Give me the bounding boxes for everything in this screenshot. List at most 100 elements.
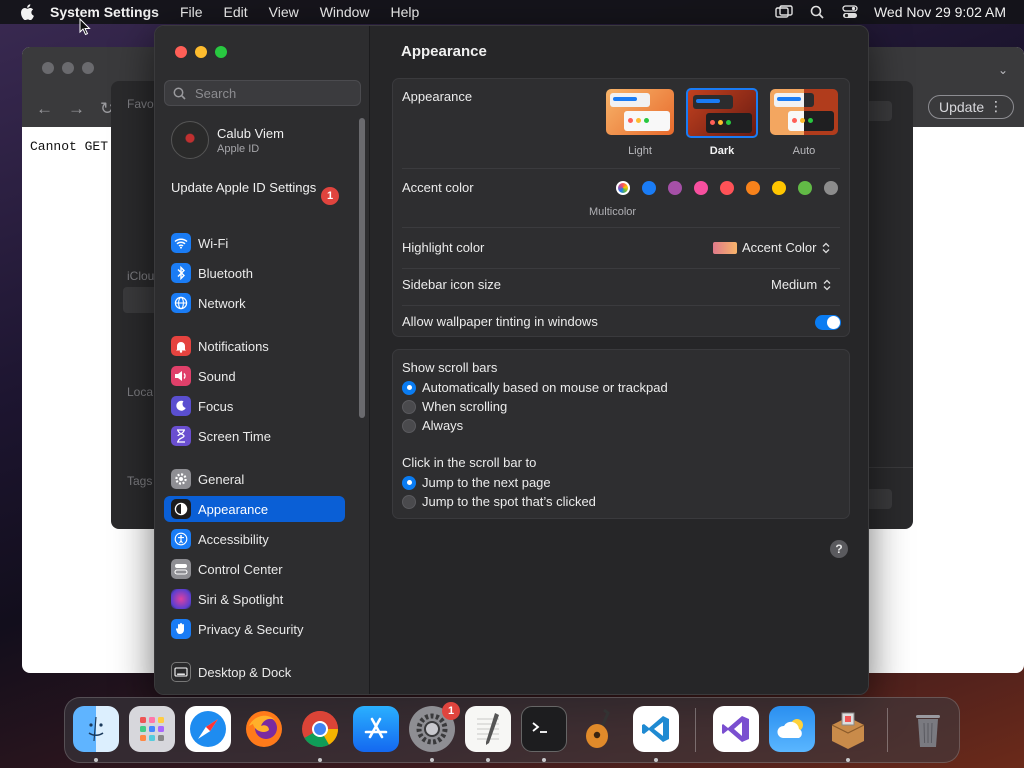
- appearance-settings-card: Appearance Light Dark Auto Accent color …: [392, 78, 850, 337]
- desktop-icon: [171, 662, 191, 682]
- sidebar-item-siri-spotlight[interactable]: Siri & Spotlight: [164, 586, 345, 612]
- menu-app-name[interactable]: System Settings: [50, 4, 159, 20]
- sidebar-item-control-center[interactable]: Control Center: [164, 556, 345, 582]
- chrome-icon[interactable]: [297, 706, 343, 752]
- accent-red-swatch[interactable]: [720, 181, 734, 195]
- menu-help[interactable]: Help: [391, 4, 420, 20]
- radio-unselected[interactable]: [402, 399, 416, 414]
- launchpad-icon[interactable]: [129, 706, 175, 752]
- spotlight-search-icon[interactable]: [808, 4, 826, 20]
- app-store-icon[interactable]: [353, 706, 399, 752]
- apple-id-profile[interactable]: Calub Viem Apple ID: [171, 119, 356, 161]
- finder-icon[interactable]: [73, 706, 119, 752]
- thumb-dot: [726, 120, 731, 125]
- accent-pink-swatch[interactable]: [694, 181, 708, 195]
- terminal-icon[interactable]: [521, 706, 567, 752]
- archive-utility-icon[interactable]: [825, 706, 871, 752]
- sidebar-item-wifi[interactable]: Wi-Fi: [164, 230, 345, 256]
- screen-mirroring-icon[interactable]: [775, 4, 793, 20]
- show-scroll-bars-label: Show scroll bars: [402, 360, 498, 375]
- sidebar-item-accessibility[interactable]: Accessibility: [164, 526, 345, 552]
- browser-minimize-button[interactable]: [62, 62, 74, 74]
- scroll-always-option[interactable]: Always: [402, 418, 463, 433]
- window-close-button[interactable]: [175, 46, 187, 58]
- help-button[interactable]: ?: [830, 540, 848, 558]
- menu-clock[interactable]: Wed Nov 29 9:02 AM: [874, 4, 1006, 20]
- system-settings-badge: 1: [442, 702, 460, 720]
- appearance-auto-option[interactable]: [770, 89, 838, 135]
- sidebar-scrollbar[interactable]: [359, 118, 365, 418]
- sidebar-item-focus[interactable]: Focus: [164, 393, 345, 419]
- firefox-icon[interactable]: [241, 706, 287, 752]
- sidebar-item-notifications[interactable]: Notifications: [164, 333, 345, 359]
- sidebar-item-appearance[interactable]: Appearance: [164, 496, 345, 522]
- sidebar-icon-size-popup[interactable]: Medium: [771, 277, 832, 292]
- tab-overflow-chevron-icon[interactable]: ⌄: [998, 63, 1008, 77]
- sidebar-search-input[interactable]: Search: [164, 80, 361, 106]
- finder-bottom-button[interactable]: [866, 489, 892, 509]
- highlight-color-popup[interactable]: Accent Color: [713, 240, 831, 255]
- window-minimize-button[interactable]: [195, 46, 207, 58]
- appearance-dark-option[interactable]: [686, 88, 758, 138]
- textedit-icon[interactable]: [465, 706, 511, 752]
- sidebar-item-label: Accessibility: [198, 531, 269, 547]
- browser-update-label: Update: [939, 99, 985, 115]
- thumb-dot: [800, 118, 805, 123]
- menu-file[interactable]: File: [180, 4, 203, 20]
- browser-update-button[interactable]: Update ⋮: [928, 95, 1014, 119]
- radio-selected[interactable]: [402, 475, 416, 490]
- settings-sidebar: Search Calub Viem Apple ID Update Apple …: [155, 26, 370, 694]
- browser-close-button[interactable]: [42, 62, 54, 74]
- appearance-light-option[interactable]: [606, 89, 674, 135]
- weather-icon[interactable]: [769, 706, 815, 752]
- browser-zoom-button[interactable]: [82, 62, 94, 74]
- sidebar-item-label: Wi-Fi: [198, 235, 229, 251]
- forward-arrow-icon[interactable]: →: [68, 99, 85, 119]
- jump-next-page-option[interactable]: Jump to the next page: [402, 475, 551, 490]
- menu-view[interactable]: View: [269, 4, 299, 20]
- sidebar-item-privacy-security[interactable]: Privacy & Security: [164, 616, 345, 642]
- sidebar-item-general[interactable]: General: [164, 466, 345, 492]
- garageband-icon[interactable]: [577, 706, 623, 752]
- apple-menu-icon[interactable]: [18, 3, 36, 21]
- sidebar-item-network[interactable]: Network: [164, 290, 345, 316]
- sidebar-item-desktop-dock[interactable]: Desktop & Dock: [164, 659, 345, 685]
- radio-unselected[interactable]: [402, 418, 416, 433]
- scroll-when-scrolling-option[interactable]: When scrolling: [402, 399, 507, 414]
- sidebar-item-label: Notifications: [198, 338, 269, 354]
- accent-yellow-swatch[interactable]: [772, 181, 786, 195]
- menu-window[interactable]: Window: [320, 4, 370, 20]
- radio-label: Automatically based on mouse or trackpad: [422, 380, 668, 395]
- sidebar-item-sound[interactable]: Sound: [164, 363, 345, 389]
- radio-unselected[interactable]: [402, 494, 416, 509]
- back-arrow-icon[interactable]: ←: [36, 99, 53, 119]
- jump-spot-clicked-option[interactable]: Jump to the spot that’s clicked: [402, 494, 596, 509]
- accent-orange-swatch[interactable]: [746, 181, 760, 195]
- thumb-accent-bar: [777, 97, 801, 101]
- update-apple-id-item[interactable]: Update Apple ID Settings: [171, 180, 341, 196]
- accent-blue-swatch[interactable]: [642, 181, 656, 195]
- radio-selected[interactable]: [402, 380, 416, 395]
- sidebar-item-bluetooth[interactable]: Bluetooth: [164, 260, 345, 286]
- scroll-auto-option[interactable]: Automatically based on mouse or trackpad: [402, 380, 668, 395]
- visual-studio-icon[interactable]: [713, 706, 759, 752]
- accent-color-label: Accent color: [402, 180, 474, 195]
- sidebar-item-screen-time[interactable]: Screen Time: [164, 423, 345, 449]
- accent-multicolor-swatch[interactable]: [616, 181, 630, 195]
- card-divider: [402, 168, 840, 169]
- safari-icon[interactable]: [185, 706, 231, 752]
- accent-green-swatch[interactable]: [798, 181, 812, 195]
- accent-purple-swatch[interactable]: [668, 181, 682, 195]
- vscode-icon[interactable]: [633, 706, 679, 752]
- sidebar-item-label: Network: [198, 295, 246, 311]
- wallpaper-tinting-toggle[interactable]: [815, 315, 841, 330]
- appearance-pane: Appearance Appearance Light Dark Auto Ac…: [371, 26, 868, 694]
- menu-edit[interactable]: Edit: [224, 4, 248, 20]
- window-zoom-button[interactable]: [215, 46, 227, 58]
- trash-icon[interactable]: [905, 706, 951, 752]
- browser-menu-icon[interactable]: ⋮: [989, 98, 1003, 115]
- finder-toolbar-button[interactable]: [866, 101, 892, 121]
- control-center-icon[interactable]: [841, 4, 859, 20]
- accent-graphite-swatch[interactable]: [824, 181, 838, 195]
- moon-icon: [171, 396, 191, 416]
